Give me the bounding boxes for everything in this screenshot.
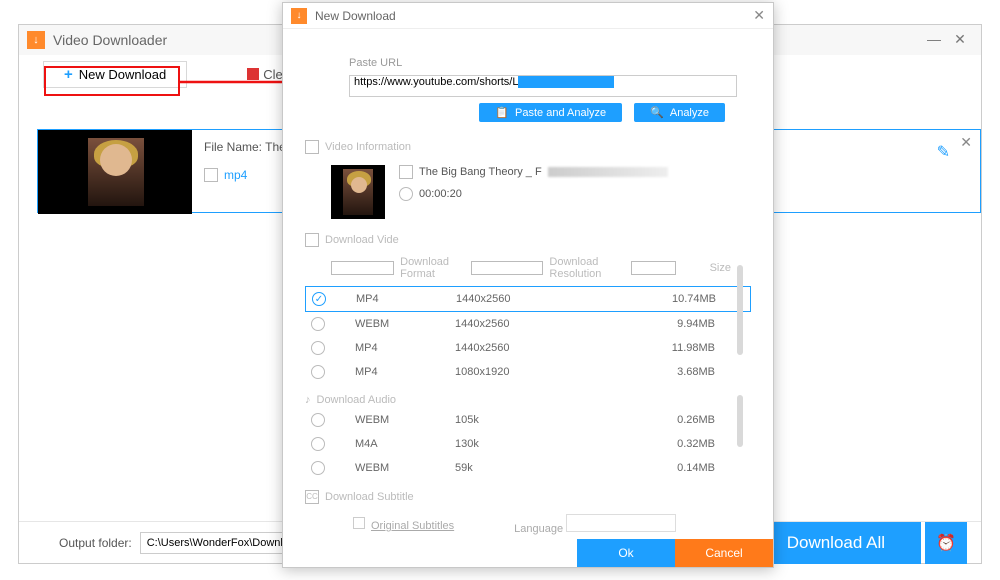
download-icon xyxy=(305,233,319,247)
audio-format-row[interactable]: WEBM105k0.26MB xyxy=(305,408,751,432)
resolution-cell: 1440x2560 xyxy=(456,293,616,305)
url-input[interactable]: https://www.youtube.com/shorts/L xyxy=(349,75,737,97)
radio-icon[interactable] xyxy=(311,341,325,355)
radio-icon[interactable] xyxy=(311,437,325,451)
format-cell: WEBM xyxy=(355,318,455,330)
resolution-cell: 1080x1920 xyxy=(455,366,615,378)
file-icon xyxy=(399,165,413,179)
bitrate-cell: 105k xyxy=(455,414,615,426)
size-cell: 10.74MB xyxy=(616,293,716,305)
video-thumbnail xyxy=(38,130,192,214)
new-download-button[interactable]: + New Download xyxy=(43,61,187,88)
paste-icon: 📋 xyxy=(495,106,509,119)
info-icon xyxy=(305,140,319,154)
video-format-row[interactable]: MP41440x256011.98MB xyxy=(305,336,751,360)
bitrate-cell: 130k xyxy=(455,438,615,450)
video-info-header: Video Information xyxy=(305,140,411,154)
download-audio-header: ♪ Download Audio xyxy=(305,394,396,406)
original-subtitles-label: Original Subtitles xyxy=(371,520,454,532)
video-scrollbar[interactable] xyxy=(737,265,743,355)
resolution-icon xyxy=(471,261,543,275)
search-icon: 🔍 xyxy=(650,106,664,119)
dialog-logo-icon: ↓ xyxy=(291,8,307,24)
language-label: Language xyxy=(514,523,563,535)
plus-icon: + xyxy=(64,66,73,83)
bitrate-cell: 59k xyxy=(455,462,615,474)
dialog-title: New Download xyxy=(315,9,396,23)
format-cell: WEBM xyxy=(355,462,455,474)
subtitle-row: Original Subtitles Language xyxy=(353,514,703,535)
dialog-footer: Ok Cancel xyxy=(283,539,773,567)
radio-icon[interactable] xyxy=(311,317,325,331)
radio-icon[interactable] xyxy=(311,461,325,475)
resolution-cell: 1440x2560 xyxy=(455,342,615,354)
clock-icon xyxy=(399,187,413,201)
video-format-table: Download Format Download Resolution Size… xyxy=(305,252,751,384)
video-meta: The Big Bang Theory _ F 00:00:20 xyxy=(399,165,668,219)
paste-url-label: Paste URL xyxy=(349,57,773,69)
blurred-text xyxy=(548,167,668,177)
paste-analyze-button[interactable]: 📋 Paste and Analyze xyxy=(479,103,622,122)
size-cell: 9.94MB xyxy=(615,318,715,330)
clock-icon: ⏰ xyxy=(936,533,956,553)
audio-icon: ♪ xyxy=(305,394,311,406)
radio-icon[interactable] xyxy=(312,292,326,306)
video-format-row[interactable]: MP41080x19203.68MB xyxy=(305,360,751,384)
download-subtitle-header: CC Download Subtitle xyxy=(305,490,414,504)
audio-scrollbar[interactable] xyxy=(737,395,743,447)
edit-icon[interactable]: ✎ xyxy=(937,142,950,162)
cc-icon: CC xyxy=(305,490,319,504)
schedule-button[interactable]: ⏰ xyxy=(925,522,967,564)
cancel-button[interactable]: Cancel xyxy=(675,539,773,567)
analyze-button[interactable]: 🔍 Analyze xyxy=(634,103,725,122)
size-icon xyxy=(631,261,676,275)
resolution-cell: 1440x2560 xyxy=(455,318,615,330)
trash-icon xyxy=(247,68,259,80)
language-select[interactable] xyxy=(566,514,676,532)
format-icon xyxy=(331,261,394,275)
format-cell: MP4 xyxy=(356,293,456,305)
radio-icon[interactable] xyxy=(311,365,325,379)
format-cell: M4A xyxy=(355,438,455,450)
dialog-titlebar: ↓ New Download ✕ xyxy=(283,3,773,29)
download-all-button[interactable]: Download All xyxy=(751,522,921,564)
format-cell: WEBM xyxy=(355,414,455,426)
video-format-row[interactable]: MP41440x256010.74MB xyxy=(305,286,751,312)
dialog-video-thumbnail xyxy=(331,165,385,219)
size-cell: 11.98MB xyxy=(615,342,715,354)
file-icon xyxy=(204,168,218,182)
close-button[interactable]: ✕ xyxy=(947,30,973,50)
size-cell: 0.26MB xyxy=(615,414,715,426)
audio-format-row[interactable]: M4A130k0.32MB xyxy=(305,432,751,456)
size-cell: 3.68MB xyxy=(615,366,715,378)
format-cell: MP4 xyxy=(355,366,455,378)
app-title: Video Downloader xyxy=(53,32,167,48)
app-logo-icon: ↓ xyxy=(27,31,45,49)
subtitle-checkbox[interactable] xyxy=(353,517,365,529)
audio-format-row[interactable]: WEBM59k0.14MB xyxy=(305,456,751,480)
video-format-row[interactable]: WEBM1440x25609.94MB xyxy=(305,312,751,336)
radio-icon[interactable] xyxy=(311,413,325,427)
new-download-label: New Download xyxy=(79,67,166,82)
size-cell: 0.14MB xyxy=(615,462,715,474)
size-cell: 0.32MB xyxy=(615,438,715,450)
download-video-header: Download Vide xyxy=(305,233,399,247)
url-selected-text xyxy=(518,76,614,88)
table-header: Download Format Download Resolution Size xyxy=(305,252,751,286)
format-cell: MP4 xyxy=(355,342,455,354)
minimize-button[interactable]: — xyxy=(921,30,947,50)
dialog-close-button[interactable]: ✕ xyxy=(753,7,765,24)
new-download-dialog: ↓ New Download ✕ Paste URL https://www.y… xyxy=(282,2,774,568)
remove-item-icon[interactable]: ✕ xyxy=(960,134,972,151)
ok-button[interactable]: Ok xyxy=(577,539,675,567)
output-folder-label: Output folder: xyxy=(59,536,132,550)
audio-format-table: WEBM105k0.26MBM4A130k0.32MBWEBM59k0.14MB xyxy=(305,408,751,480)
